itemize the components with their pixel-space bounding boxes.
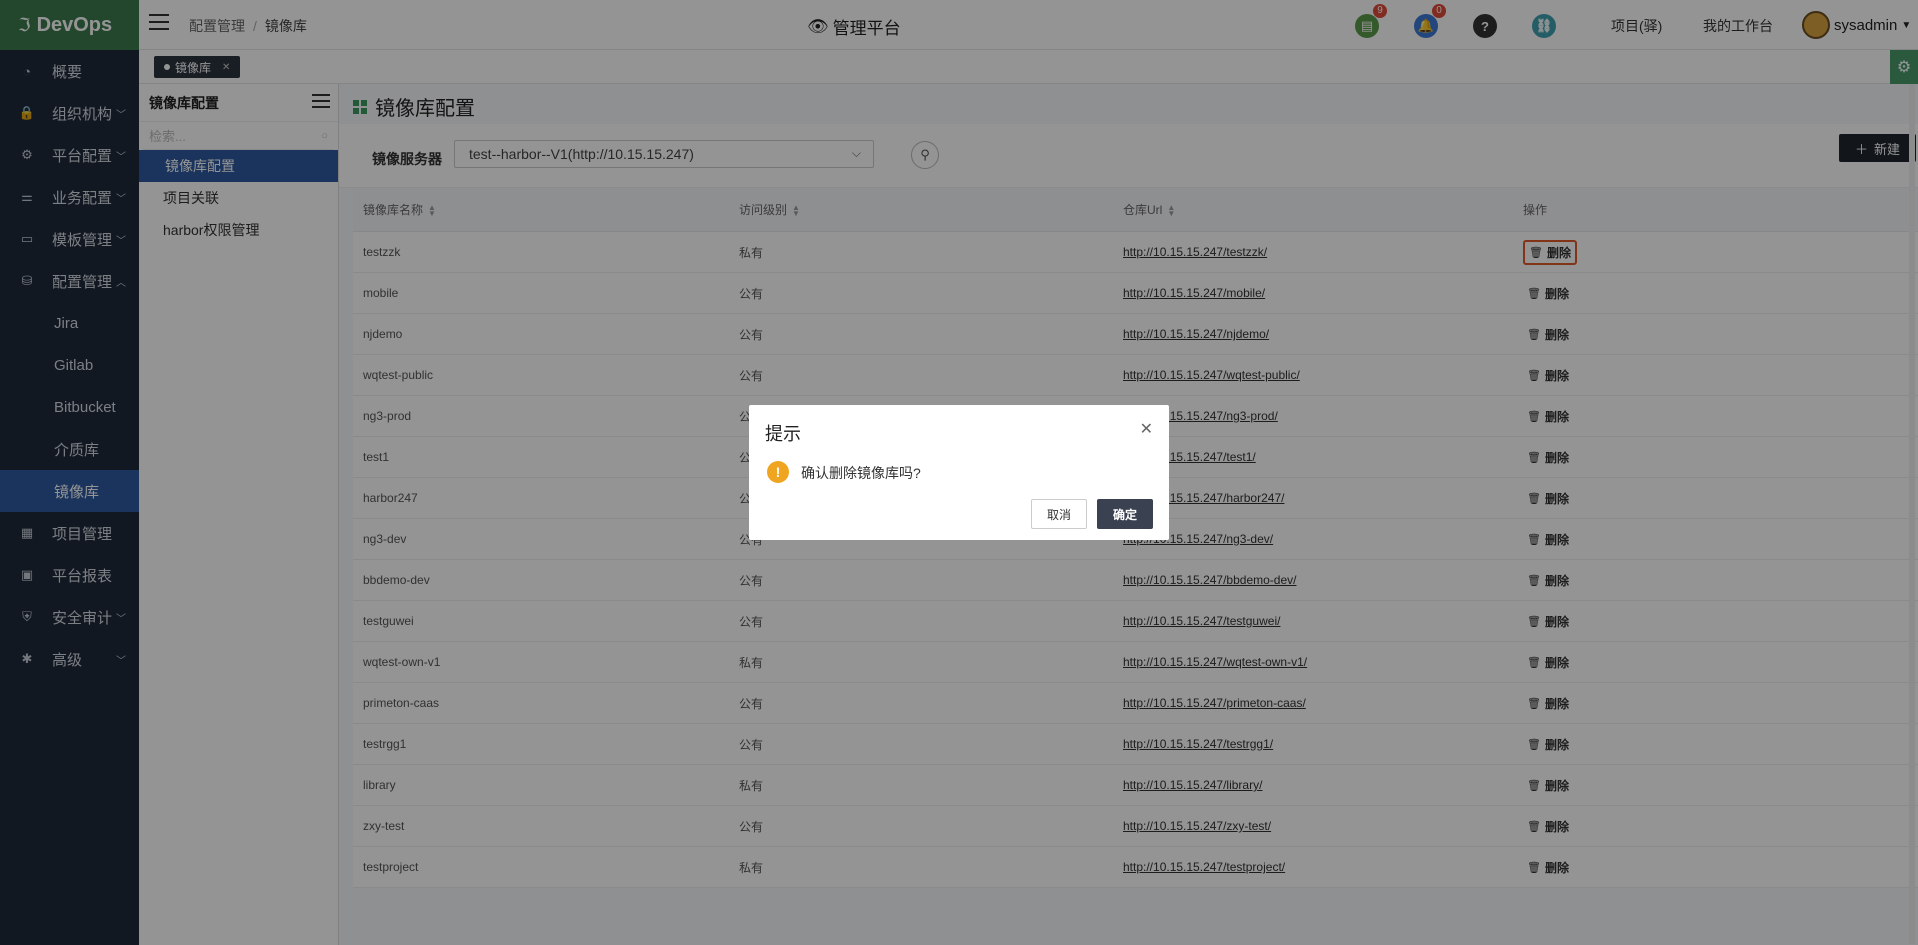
cancel-button[interactable]: 取消 (1031, 499, 1087, 529)
warning-icon: ! (767, 461, 789, 483)
dialog-message: 确认删除镜像库吗? (801, 465, 921, 481)
dialog-title: 提示 (765, 424, 801, 444)
confirm-button[interactable]: 确定 (1097, 499, 1153, 529)
modal-overlay: 提示 ✕ ! 确认删除镜像库吗? 取消 确定 (0, 0, 1918, 945)
close-icon[interactable]: ✕ (1140, 419, 1153, 439)
confirm-dialog: 提示 ✕ ! 确认删除镜像库吗? 取消 确定 (749, 405, 1169, 540)
